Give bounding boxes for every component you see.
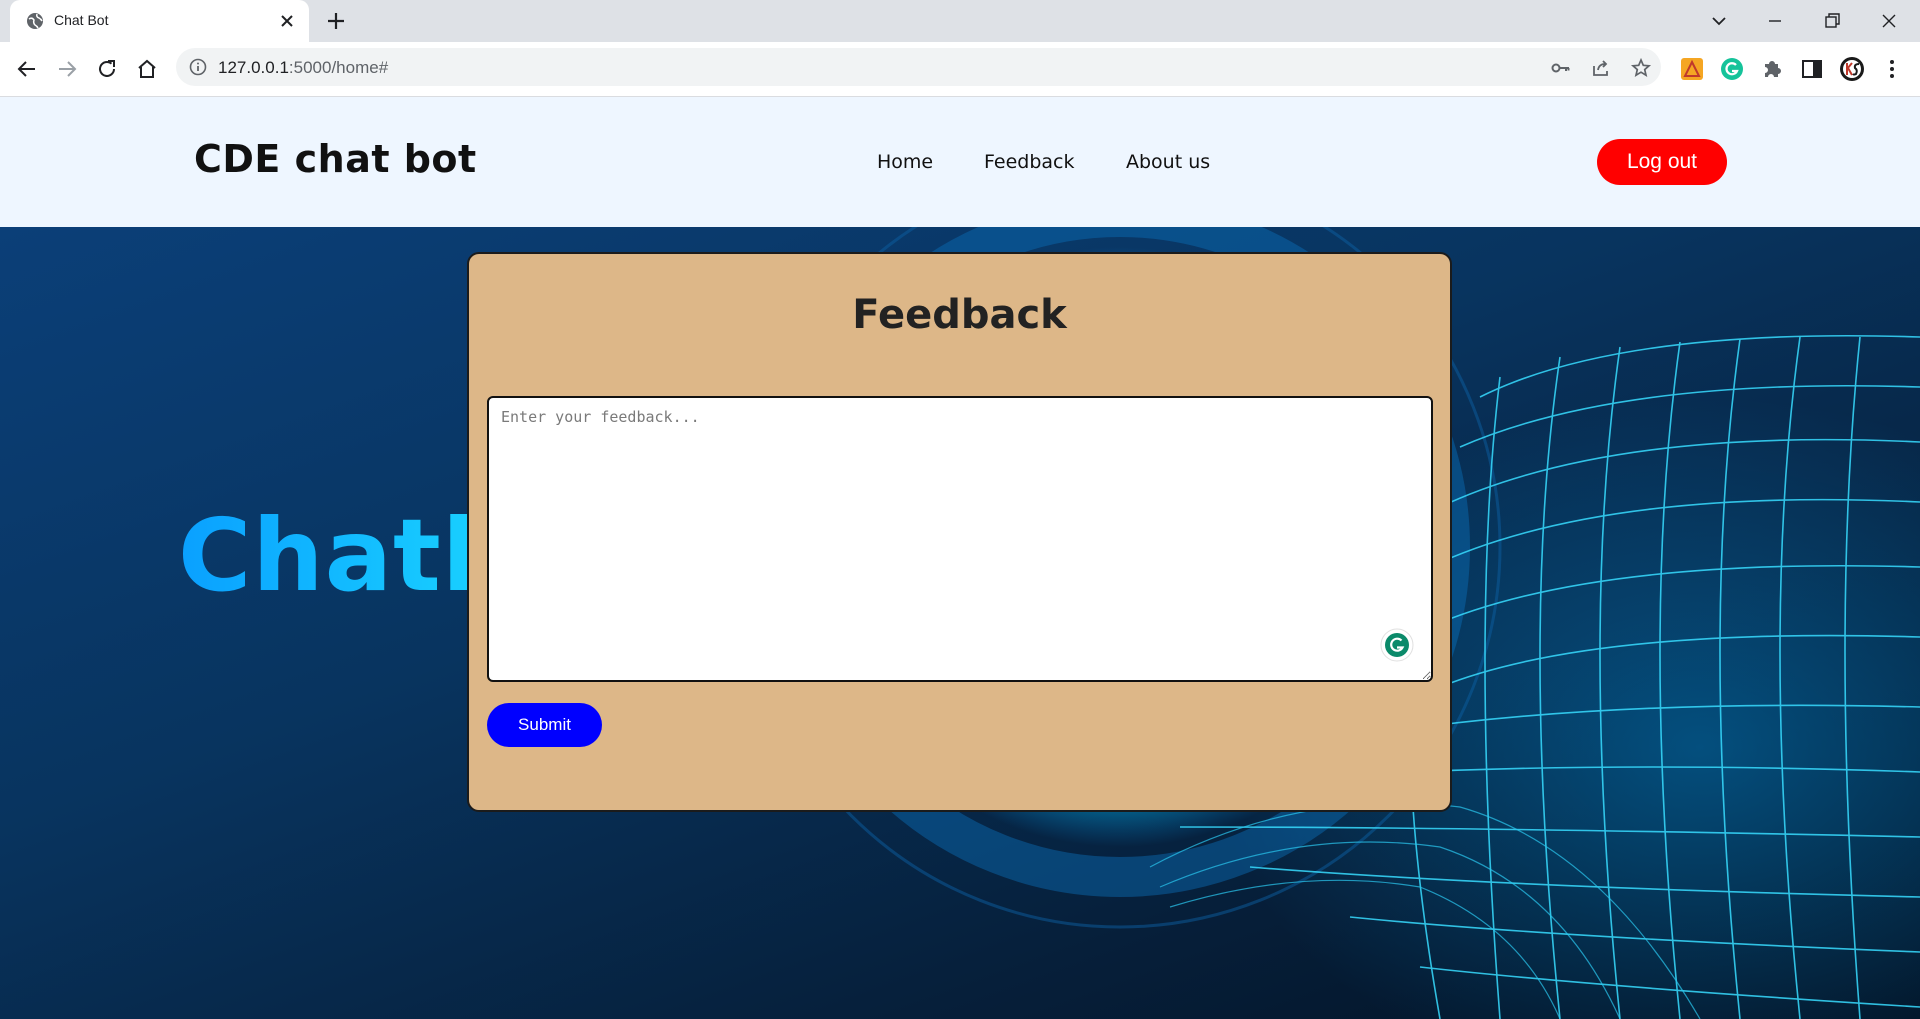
star-icon[interactable] [1630,57,1652,79]
feedback-textarea[interactable] [487,396,1433,682]
plus-icon[interactable] [324,9,348,33]
share-icon[interactable] [1590,57,1612,79]
tab-search-chevron-icon[interactable] [1706,8,1732,34]
extension-triangle-icon[interactable] [1679,56,1705,82]
reload-icon[interactable] [93,55,121,83]
nav-about-us[interactable]: About us [1126,151,1210,173]
window-close-icon[interactable] [1876,8,1902,34]
grammarly-icon[interactable] [1380,628,1414,662]
info-icon[interactable] [188,57,208,77]
url-host: 127.0.0.1 [218,58,289,77]
grammarly-extension-icon[interactable] [1719,56,1745,82]
brand-logo[interactable]: CDE chat bot [194,137,477,181]
nav-feedback[interactable]: Feedback [984,151,1074,173]
browser-tab[interactable]: Chat Bot [10,0,309,42]
globe-icon [27,13,43,29]
logout-button[interactable]: Log out [1597,139,1727,185]
kebab-menu-icon[interactable] [1879,56,1905,82]
restore-icon[interactable] [1819,8,1845,34]
puzzle-icon[interactable] [1759,56,1785,82]
site-header: CDE chat bot Home Feedback About us Log … [0,97,1920,227]
tab-title: Chat Bot [54,12,109,28]
side-panel-icon[interactable] [1799,56,1825,82]
feedback-modal: Feedback Submit [467,252,1452,812]
home-icon[interactable] [133,55,161,83]
minimize-icon[interactable] [1762,8,1788,34]
close-icon[interactable] [277,11,297,31]
submit-button[interactable]: Submit [487,703,602,747]
address-bar[interactable]: 127.0.0.1:5000/home# [176,48,1661,86]
modal-title: Feedback [852,292,1067,338]
key-icon[interactable] [1550,57,1572,79]
nav-home[interactable]: Home [877,151,933,173]
url-text[interactable]: 127.0.0.1:5000/home# [218,58,388,78]
back-arrow-icon[interactable] [13,55,41,83]
browser-tabstrip: Chat Bot [0,0,1920,42]
profile-avatar[interactable] [1839,56,1865,82]
forward-arrow-icon[interactable] [53,55,81,83]
url-path: :5000/home# [288,58,389,77]
web-page: CDE chat bot Home Feedback About us Log … [0,97,1920,1019]
browser-toolbar: 127.0.0.1:5000/home# [0,42,1920,97]
